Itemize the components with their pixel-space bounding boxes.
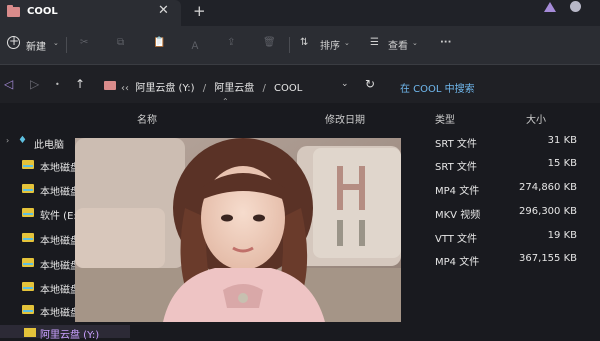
video-preview-thumbnail[interactable]	[75, 138, 401, 322]
breadcrumb-separator: /	[262, 83, 266, 94]
sidebar-item-this-pc[interactable]: › ♦ 此电脑	[0, 132, 80, 154]
back-icon[interactable]: ◁	[4, 77, 13, 91]
column-type[interactable]: 类型	[435, 111, 455, 126]
up-arrow-icon[interactable]: ↑	[75, 77, 85, 91]
search-placeholder: 在 COOL 中搜索	[400, 84, 475, 95]
search-input[interactable]: 在 COOL 中搜索	[390, 72, 595, 98]
folder-icon	[104, 81, 116, 90]
view-icon: ☰	[370, 37, 379, 48]
share-icon[interactable]: ⇪	[227, 37, 235, 48]
breadcrumb: ‹‹ 阿里云盘 (Y:) / 阿里云盘 / COOL	[121, 79, 302, 94]
chevron-down-icon: ⌄	[412, 39, 418, 47]
close-icon[interactable]: ✕	[158, 3, 169, 18]
refresh-icon[interactable]: ↻	[365, 77, 375, 91]
preview-image	[75, 138, 401, 322]
file-size: 31 KB	[547, 135, 577, 146]
file-type: VTT 文件	[435, 234, 478, 245]
file-type: MP4 文件	[435, 257, 480, 268]
folder-icon	[7, 5, 20, 17]
forward-icon[interactable]: ▷	[30, 77, 39, 91]
pc-icon: ♦	[18, 135, 27, 146]
sidebar-item-label: 本地磁盘	[40, 163, 80, 174]
breadcrumb-item[interactable]: 阿里云盘	[214, 83, 254, 94]
breadcrumb-separator: /	[202, 83, 207, 94]
divider	[66, 37, 67, 53]
sidebar-item-label: 本地磁盘	[40, 236, 80, 247]
chevron-down-icon: ⌄	[344, 39, 350, 47]
sidebar-item-selected[interactable]: 阿里云盘 (Y:)	[0, 325, 130, 341]
drive-icon	[22, 160, 34, 169]
file-type: MKV 视频	[435, 210, 481, 221]
sidebar-item-label: 本地磁盘	[40, 308, 80, 319]
file-type: SRT 文件	[435, 162, 477, 173]
circle-icon	[570, 1, 581, 12]
file-size: 15 KB	[547, 158, 577, 169]
rename-icon[interactable]: Ａ	[190, 37, 200, 52]
plus-icon[interactable]: +	[193, 2, 206, 20]
recent-dot-icon[interactable]: •	[55, 80, 60, 89]
file-size: 367,155 KB	[519, 253, 577, 264]
file-size: 296,300 KB	[519, 206, 577, 217]
sort-icon: ⇅	[300, 37, 309, 48]
table-row[interactable]: SRT 文件 31 KB	[430, 131, 600, 153]
table-row[interactable]: MP4 文件 274,860 KB	[430, 178, 600, 200]
drive-icon	[22, 258, 34, 267]
copy-icon[interactable]: ⧉	[117, 37, 124, 48]
chevron-right-icon[interactable]: ›	[6, 136, 9, 145]
table-row[interactable]: VTT 文件 19 KB	[430, 226, 600, 248]
column-size[interactable]: 大小	[526, 111, 546, 126]
sidebar-item-label: 阿里云盘 (Y:)	[40, 330, 100, 341]
drive-icon	[22, 233, 34, 242]
file-type: MP4 文件	[435, 186, 480, 197]
chevron-down-icon: ⌄	[53, 39, 59, 47]
more-options-button[interactable]: ···	[440, 37, 451, 48]
sidebar-item-label: 此电脑	[34, 140, 64, 151]
tab-cool[interactable]: COOL ✕	[0, 0, 181, 26]
chevron-down-icon[interactable]: ⌄	[341, 79, 349, 89]
drive-icon	[22, 184, 34, 193]
sidebar-item-label: 本地磁盘	[40, 261, 80, 272]
drive-icon	[22, 282, 34, 291]
breadcrumb-overflow[interactable]: ‹‹	[121, 83, 129, 94]
table-row[interactable]: MP4 文件 367,155 KB	[430, 249, 600, 271]
tab-title: COOL	[27, 6, 58, 17]
drive-icon	[22, 305, 34, 314]
table-row[interactable]: SRT 文件 15 KB	[430, 154, 600, 176]
table-row[interactable]: MKV 视频 296,300 KB	[430, 202, 600, 224]
sidebar-item-label: 本地磁盘	[40, 187, 80, 198]
column-name[interactable]: 名称	[137, 111, 157, 126]
address-field[interactable]: ‹‹ 阿里云盘 (Y:) / 阿里云盘 / COOL ⌄	[96, 72, 356, 98]
drive-icon	[22, 208, 34, 217]
cut-icon[interactable]: ✂	[80, 37, 88, 48]
drive-icon	[24, 328, 36, 337]
sort-button[interactable]: 排序	[320, 37, 340, 52]
file-size: 274,860 KB	[519, 182, 577, 193]
file-size: 19 KB	[547, 230, 577, 241]
sidebar-item-label: 本地磁盘	[40, 285, 80, 296]
tab-bar: COOL ✕ +	[0, 0, 600, 26]
view-button[interactable]: 查看	[388, 37, 408, 52]
command-bar: 新建 ⌄ ✂ ⧉ 📋 Ａ ⇪ 🗑 ⇅ 排序 ⌄ ☰ 查看 ⌄ ···	[0, 26, 600, 65]
paste-icon[interactable]: 📋	[153, 37, 165, 48]
file-type: SRT 文件	[435, 139, 477, 150]
divider	[289, 37, 290, 53]
column-modified[interactable]: 修改日期	[325, 111, 365, 126]
column-header: 名称 修改日期 类型 大小	[0, 104, 600, 128]
breadcrumb-item[interactable]: COOL	[274, 83, 302, 94]
triangle-icon	[544, 2, 556, 12]
new-button[interactable]: 新建	[26, 38, 46, 53]
delete-icon[interactable]: 🗑	[263, 37, 276, 48]
add-circle-icon[interactable]	[7, 34, 20, 49]
breadcrumb-item[interactable]: 阿里云盘 (Y:)	[135, 83, 194, 94]
